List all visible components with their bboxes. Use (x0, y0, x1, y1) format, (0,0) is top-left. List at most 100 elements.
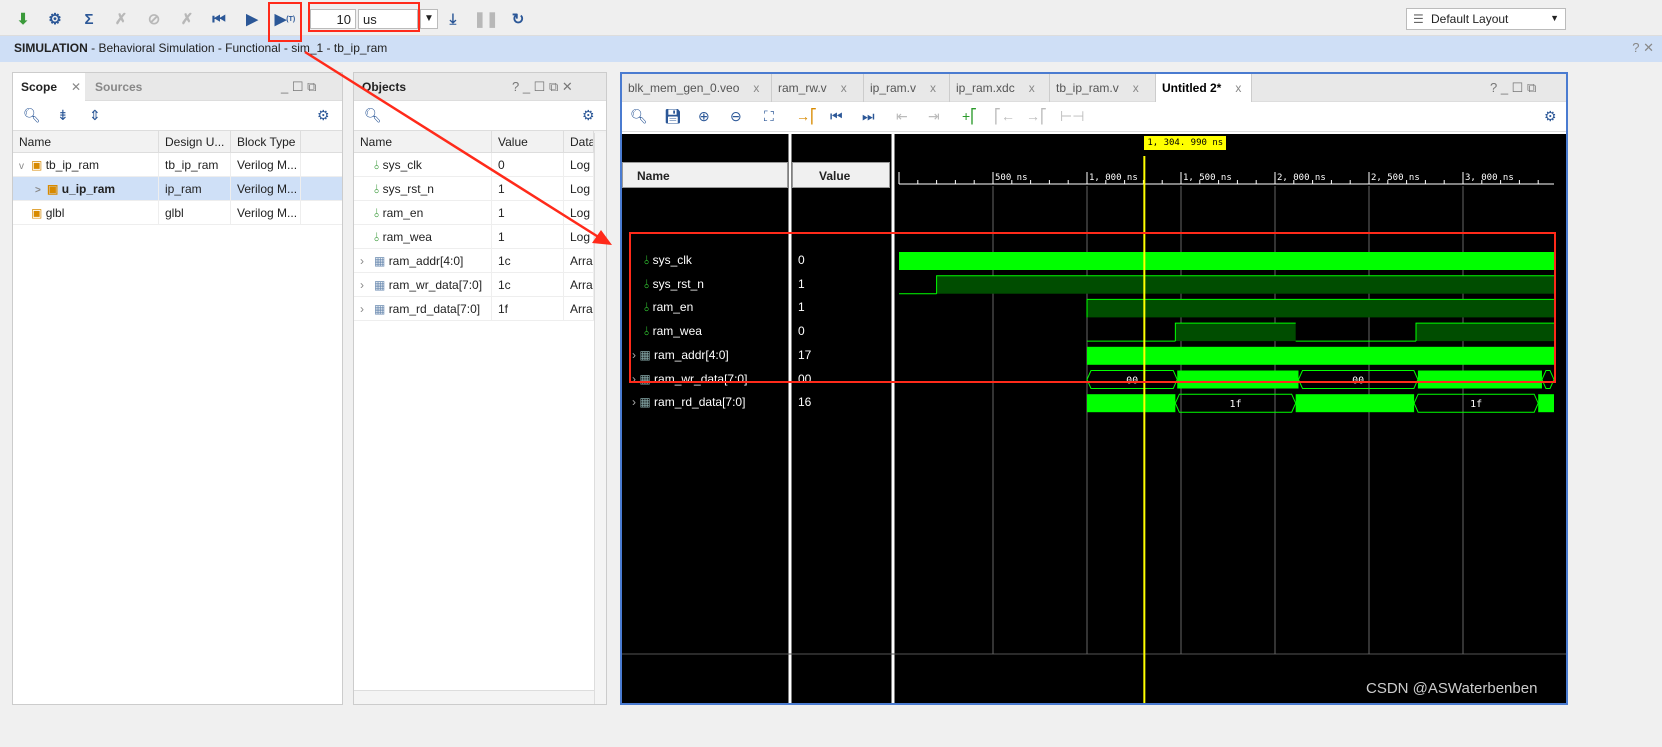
go-to-time-0-icon[interactable]: ⏮ (830, 108, 843, 125)
search-icon[interactable]: 🔍︎ (630, 108, 648, 125)
col-design-unit[interactable]: Design U... (159, 131, 231, 153)
object-row[interactable]: › ▦ ram_addr[4:0] 1c Arra (354, 249, 606, 273)
swap-cursors-icon[interactable]: ⊢⊣ (1060, 108, 1084, 125)
previous-marker-icon[interactable]: ⎡← (994, 108, 1015, 125)
col-name[interactable]: Name (354, 131, 492, 153)
add-marker-icon[interactable]: +⎡ (962, 108, 977, 125)
disabled-icon-1[interactable]: ✗ (110, 8, 132, 30)
pause-icon[interactable]: ❚❚ (473, 8, 498, 30)
high-fill (1175, 323, 1296, 342)
go-to-last-time-icon[interactable]: ⏭ (862, 108, 875, 125)
high-fill (1087, 299, 1554, 318)
close-icon[interactable]: x (1235, 81, 1241, 95)
go-to-cursor-icon[interactable]: →⎡ (796, 108, 817, 125)
editor-tab[interactable]: tb_ip_ram.v x (1050, 74, 1156, 102)
window-controls-icon[interactable]: ? _ ☐ ⧉ ✕ (512, 79, 573, 95)
expand-toggle-icon[interactable]: v (19, 161, 31, 172)
editor-tab[interactable]: ram_rw.v x (772, 74, 864, 102)
settings-icon[interactable]: ⚙ (44, 8, 66, 30)
editor-tab[interactable]: Untitled 2* x (1156, 74, 1252, 102)
gear-icon[interactable]: ⚙ (582, 107, 595, 124)
gear-icon[interactable]: ⚙ (317, 107, 330, 124)
expand-toggle-icon[interactable]: › (360, 302, 374, 316)
col-value[interactable]: Value (492, 131, 564, 153)
expand-toggle-icon[interactable]: › (360, 254, 374, 268)
main-toolbar: ⬇ ⚙ Σ ✗ ⊘ ✗ ⏮ ▶ ▶ (T) 10 us ▼ ⤓ ❚❚ ↻ ☰ Def… (0, 0, 1662, 36)
waveform-area[interactable]: 500 ns 1, 000 ns 1, 500 ns 2, 000 ns 2, 500 … (622, 134, 1566, 703)
expand-toggle-icon[interactable]: > (35, 185, 47, 196)
signal-icon: ⫰ (374, 230, 380, 244)
run-all-icon[interactable]: ▶ (241, 8, 263, 30)
zoom-out-icon[interactable]: ⊖ (730, 108, 742, 125)
run-for-time-icon[interactable]: ▶ (T) (274, 8, 296, 30)
zoom-in-icon[interactable]: ⊕ (698, 108, 710, 125)
relaunch-icon[interactable]: ↻ (507, 8, 529, 30)
scope-row[interactable]: > ▣ u_ip_ram ip_ram Verilog M... (13, 177, 342, 201)
tab-sources[interactable]: Sources (87, 73, 150, 101)
horizontal-scrollbar[interactable] (354, 690, 594, 704)
next-marker-icon[interactable]: →⎡ (1026, 108, 1047, 125)
editor-tab[interactable]: ip_ram.v x (864, 74, 950, 102)
window-controls-icon[interactable]: _ ☐ ⧉ (281, 79, 316, 95)
object-row[interactable]: ⫰ sys_rst_n 1 Log (354, 177, 606, 201)
gear-icon[interactable]: ⚙ (1544, 108, 1557, 125)
previous-transition-icon[interactable]: ⇤ (896, 108, 908, 125)
close-icon[interactable]: x (1133, 81, 1139, 95)
wave-signal-name[interactable]: ⫰ ram_en (644, 300, 693, 315)
disabled-icon-2[interactable]: ⊘ (143, 8, 165, 30)
editor-tab[interactable]: blk_mem_gen_0.veo x (622, 74, 772, 102)
disabled-icon-3[interactable]: ✗ (176, 8, 198, 30)
object-value: 1c (492, 249, 564, 273)
close-icon[interactable]: x (753, 81, 759, 95)
layout-select[interactable]: ☰ Default Layout ▼ (1406, 8, 1566, 30)
restart-icon[interactable]: ⏮ (208, 8, 230, 30)
sigma-icon[interactable]: Σ (78, 8, 100, 30)
editor-tab[interactable]: ip_ram.xdc x (950, 74, 1050, 102)
waveform-canvas[interactable]: 500 ns 1, 000 ns 1, 500 ns 2, 000 ns 2, 500 … (622, 134, 1566, 703)
expand-all-icon[interactable]: ⇕ (89, 107, 101, 124)
object-row[interactable]: › ▦ ram_rd_data[7:0] 1f Arra (354, 297, 606, 321)
col-block-type[interactable]: Block Type (231, 131, 301, 153)
scope-row[interactable]: v ▣ tb_ip_ram tb_ip_ram Verilog M... (13, 153, 342, 177)
close-icon[interactable]: x (1029, 81, 1035, 95)
expand-toggle-icon[interactable]: › (360, 278, 374, 292)
value-column-header[interactable]: Value (792, 162, 890, 188)
save-icon[interactable]: 💾︎ (664, 108, 682, 125)
tab-scope[interactable]: Scope ✕ (13, 73, 85, 101)
close-icon[interactable]: x (930, 81, 936, 95)
object-row[interactable]: ⫰ ram_wea 1 Log (354, 225, 606, 249)
scope-row[interactable]: ▣ glbl glbl Verilog M... (13, 201, 342, 225)
run-time-unit-select[interactable]: us (358, 9, 418, 29)
window-controls-icon[interactable]: ? _ ☐ ⧉ (1490, 80, 1536, 96)
name-column-header[interactable]: Name (622, 162, 788, 188)
collapse-all-icon[interactable]: ⇟ (57, 107, 69, 124)
object-row[interactable]: › ▦ ram_wr_data[7:0] 1c Arra (354, 273, 606, 297)
wave-signal-name[interactable]: › ▦ ram_addr[4:0] (632, 348, 729, 362)
wave-signal-name[interactable]: ⫰ sys_rst_n (644, 277, 704, 292)
wave-signal-name[interactable]: ⫰ ram_wea (644, 324, 702, 339)
zoom-fit-icon[interactable]: ⛶ (764, 108, 774, 125)
wave-signal-name[interactable]: › ▦ ram_rd_data[7:0] (632, 395, 745, 409)
object-row[interactable]: ⫰ ram_en 1 Log (354, 201, 606, 225)
layout-icon: ☰ (1413, 12, 1424, 26)
next-transition-icon[interactable]: ⇥ (928, 108, 940, 125)
wave-signal-name[interactable]: ⫰ sys_clk (644, 253, 692, 268)
col-data-type[interactable]: Data (564, 131, 594, 153)
wave-signal-name[interactable]: › ▦ ram_wr_data[7:0] (632, 372, 747, 386)
search-icon[interactable]: 🔍︎ (23, 107, 41, 124)
vertical-scrollbar[interactable] (594, 133, 606, 704)
step-icon[interactable]: ⤓ (442, 8, 464, 30)
run-time-value-input[interactable]: 10 (310, 9, 356, 29)
close-icon[interactable]: x (841, 81, 847, 95)
restart-01-icon[interactable]: ⬇ (12, 8, 34, 30)
dense-wave-segment (1087, 346, 1554, 365)
bus-value-segment (1541, 370, 1555, 389)
object-row[interactable]: ⫰ sys_clk 0 Log (354, 153, 606, 177)
object-type: Log (564, 177, 594, 201)
cursor-time-label[interactable]: 1, 304. 990 ns (1144, 136, 1227, 150)
search-icon[interactable]: 🔍︎ (364, 107, 382, 124)
help-close-icons[interactable]: ? ✕ (1632, 40, 1654, 56)
chevron-down-icon[interactable]: ▼ (420, 9, 438, 29)
col-name[interactable]: Name (13, 131, 159, 153)
close-icon[interactable]: ✕ (71, 80, 81, 94)
